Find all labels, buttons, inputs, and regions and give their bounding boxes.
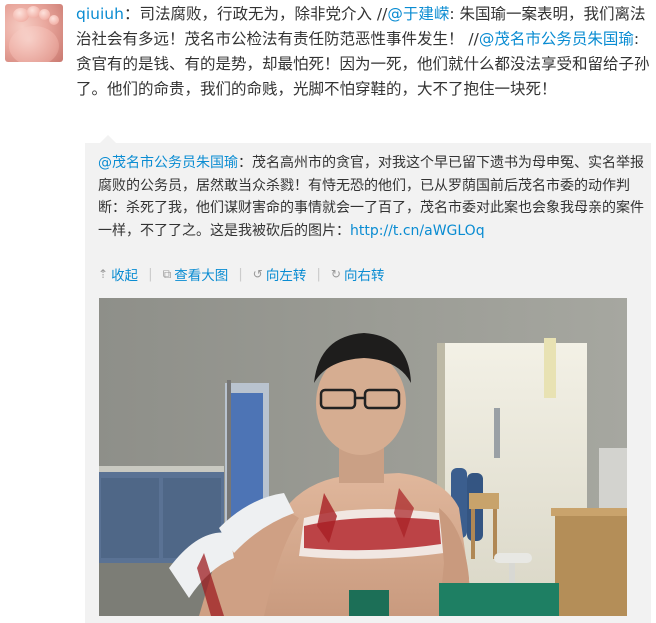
- rotate-right-icon: ↻: [330, 267, 341, 281]
- user-avatar[interactable]: [5, 4, 63, 62]
- mention-link-2[interactable]: @茂名市公务员朱国瑜: [479, 30, 634, 48]
- arrow-up-icon: ⇡: [98, 267, 109, 281]
- post-username[interactable]: qiuiuh: [76, 5, 124, 23]
- external-view-icon: ⧉: [162, 266, 172, 281]
- rotate-left-icon: ↺: [252, 267, 263, 281]
- collapse-label: 收起: [111, 268, 139, 284]
- rotate-right-button[interactable]: ↻ 向右转: [331, 264, 385, 284]
- toolbar-divider: |: [238, 266, 243, 282]
- attached-photo[interactable]: [99, 298, 627, 616]
- quoted-author-link[interactable]: @茂名市公务员朱国瑜: [98, 155, 238, 171]
- rotate-left-button[interactable]: ↺ 向左转: [253, 264, 307, 284]
- view-large-label: 查看大图: [174, 268, 229, 284]
- post-text-1: 司法腐败，行政无为，除非党介入 //: [139, 5, 388, 23]
- quoted-post-text: @茂名市公务员朱国瑜：茂名高州市的贪官，对我这个早已留下遗书为母申冤、实名举报腐…: [98, 152, 646, 242]
- mention-link-1[interactable]: @于建嵘: [387, 5, 449, 23]
- post-colon: ：: [123, 5, 140, 23]
- photo-illustration: [99, 298, 627, 616]
- image-toolbar: ⇡ 收起 | ⧉ 查看大图 | ↺ 向左转 | ↻ 向右转: [98, 264, 394, 284]
- rotate-right-label: 向右转: [343, 268, 385, 284]
- short-url-link[interactable]: http://t.cn/aWGLOq: [350, 223, 485, 239]
- toolbar-divider: |: [316, 266, 321, 282]
- rotate-left-label: 向左转: [265, 268, 307, 284]
- toolbar-divider: |: [148, 266, 153, 282]
- collapse-button[interactable]: ⇡ 收起: [98, 264, 138, 284]
- quote-arrow: [100, 135, 116, 143]
- post-text: qiuiuh：司法腐败，行政无为，除非党介入 //@于建嵘: 朱国瑜一案表明，我…: [76, 2, 651, 102]
- view-large-button[interactable]: ⧉ 查看大图: [162, 264, 229, 285]
